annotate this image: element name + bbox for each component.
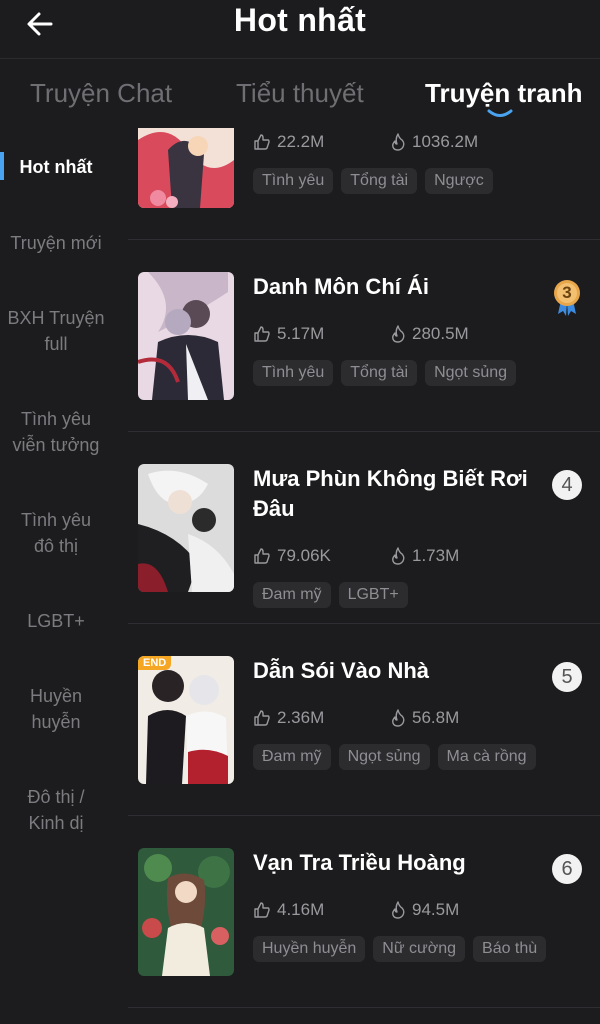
views-count: 1.73M [412,546,460,565]
genre-tag[interactable]: Ngọt sủng [425,360,517,386]
sidebar-item-do-thi-kinh-di[interactable]: Đô thị / Kinh dị [16,784,96,836]
comic-cover [138,128,234,208]
comic-card[interactable]: END Dẫn Sói Vào Nhà 5 2.36M 56.8M Đam mỹ… [128,624,600,816]
views-count: 94.5M [412,900,460,919]
comic-card[interactable]: Danh Môn Chí Ái 3 5.17M 280.5M Tình yêu … [128,240,600,432]
genre-tag[interactable]: Tổng tài [341,360,418,386]
genre-tag[interactable]: Huyền huyễn [253,936,366,962]
cover-art-icon [138,848,234,976]
sidebar-item-hot-nhat[interactable]: Hot nhất [0,154,112,180]
likes-stat: 5.17M [253,324,324,344]
genre-tag[interactable]: Nữ cường [373,936,466,962]
views-stat: 1036.2M [390,132,478,152]
comic-title[interactable]: Mưa Phùn Không Biết Rơi Đâu [253,464,543,524]
genre-tag[interactable]: Báo thù [473,936,547,962]
genre-tag[interactable]: Đam mỹ [253,582,331,608]
likes-count: 22.2M [277,132,325,151]
flame-icon [392,901,405,919]
card-divider [128,1007,600,1008]
tag-list: Tình yêu Tổng tài Ngược [253,168,493,194]
comic-cover [138,272,234,400]
genre-tag[interactable]: Tình yêu [253,168,334,194]
rank-badge: 4 [552,470,582,500]
tab-tieu-thuyet[interactable]: Tiểu thuyết [236,78,364,109]
tag-list: Huyền huyễn Nữ cường Báo thù [253,936,547,962]
views-stat: 56.8M [390,708,459,728]
active-tab-indicator [487,109,513,117]
comic-card[interactable]: 22.2M 1036.2M Tình yêu Tổng tài Ngược [128,128,600,240]
header-divider [0,58,600,59]
comic-list[interactable]: 22.2M 1036.2M Tình yêu Tổng tài Ngược Da… [128,128,600,1024]
views-stat: 94.5M [390,900,459,920]
app-header: Hot nhất [0,0,600,56]
likes-stat: 22.2M [253,132,324,152]
likes-stat: 79.06K [253,546,331,566]
genre-tag[interactable]: Ngọt sủng [338,744,430,770]
likes-stat: 2.36M [253,708,324,728]
tag-list: Đam mỹ LGBT+ [253,582,408,608]
tag-list: Đam mỹ Ngọt sủng Ma cà rồng [253,744,536,770]
sidebar-item-tinh-yeu-vien-tuong[interactable]: Tình yêu viễn tưởng [6,406,106,458]
thumbs-up-icon [254,548,270,564]
genre-tag[interactable]: Đam mỹ [253,744,331,770]
cover-art-icon [138,656,234,784]
views-count: 56.8M [412,708,460,727]
views-stat: 1.73M [390,546,459,566]
sidebar-item-huyen-huyen[interactable]: Huyền huyễn [16,683,96,735]
rank-number: 3 [562,283,572,302]
comic-cover: END [138,656,234,784]
flame-icon [392,547,405,565]
genre-tag[interactable]: Tình yêu [253,360,334,386]
views-count: 1036.2M [412,132,479,151]
thumbs-up-icon [254,902,270,918]
genre-tag[interactable]: LGBT+ [338,582,408,608]
cover-art-icon [138,272,234,400]
comic-title[interactable]: Dẫn Sói Vào Nhà [253,656,543,686]
thumbs-up-icon [254,326,270,342]
views-stat: 280.5M [390,324,469,344]
likes-stat: 4.16M [253,900,324,920]
tag-list: Tình yêu Tổng tài Ngọt sủng [253,360,517,386]
tab-truyen-tranh[interactable]: Truyện tranh [425,78,582,109]
genre-tag[interactable]: Tổng tài [341,168,418,194]
thumbs-up-icon [254,710,270,726]
sidebar-item-tinh-yeu-do-thi[interactable]: Tình yêu đô thị [16,507,96,559]
comic-card[interactable]: Mưa Phùn Không Biết Rơi Đâu 4 79.06K 1.7… [128,432,600,624]
flame-icon [392,709,405,727]
rank-badge: 5 [552,662,582,692]
comic-title[interactable]: Vạn Tra Triều Hoàng [253,848,543,878]
comic-cover [138,848,234,976]
comic-cover [138,464,234,592]
sidebar-item-truyen-moi[interactable]: Truyện mới [0,230,112,256]
comic-title[interactable]: Danh Môn Chí Ái [253,272,543,302]
views-count: 280.5M [412,324,469,343]
flame-icon [392,325,405,343]
sidebar-item-bxh-truyen-full[interactable]: BXH Truyện full [6,305,106,357]
thumbs-up-icon [254,134,270,150]
likes-count: 5.17M [277,324,325,343]
sidebar: Hot nhất Truyện mới BXH Truyện full Tình… [0,130,112,1024]
cover-art-icon [138,464,234,592]
page-title: Hot nhất [233,2,367,38]
rank-badge: 6 [552,854,582,884]
genre-tag[interactable]: Ngược [425,168,493,194]
flame-icon [392,133,405,151]
comic-card[interactable]: Vạn Tra Triều Hoàng 6 4.16M 94.5M Huyền … [128,816,600,1008]
genre-tag[interactable]: Ma cà rồng [437,744,536,770]
sidebar-item-lgbt[interactable]: LGBT+ [0,608,112,634]
likes-count: 79.06K [277,546,331,565]
likes-count: 2.36M [277,708,325,727]
cover-art-icon [138,128,234,208]
likes-count: 4.16M [277,900,325,919]
tab-truyen-chat[interactable]: Truyện Chat [30,78,172,109]
end-badge: END [138,656,172,670]
